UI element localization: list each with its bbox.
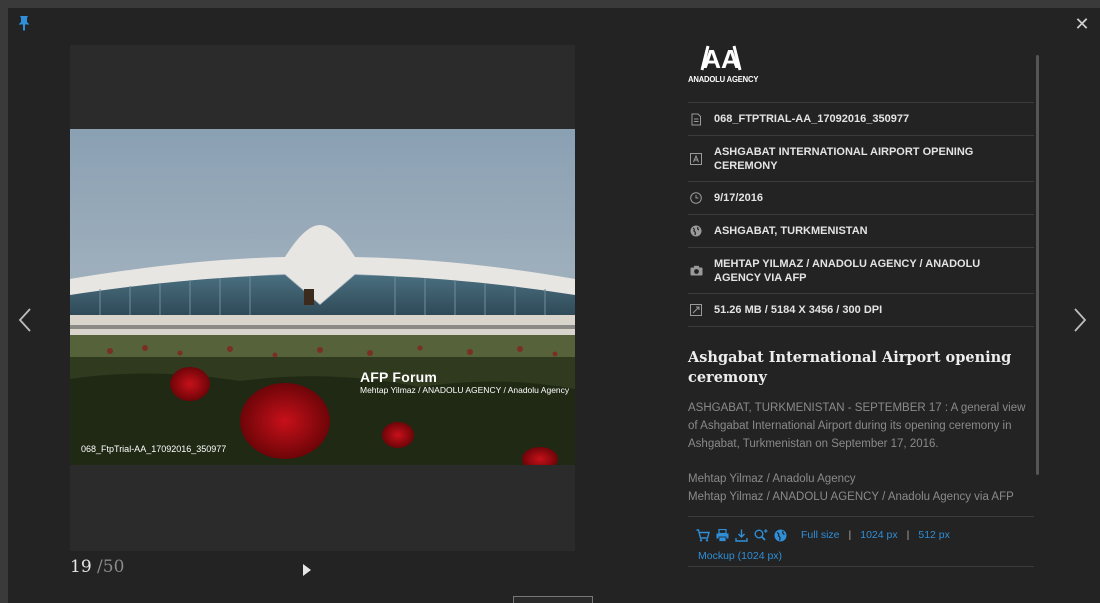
credit-line-1: Mehtap Yilmaz / Anadolu Agency xyxy=(688,473,856,485)
file-icon xyxy=(691,113,701,125)
separator: | xyxy=(848,529,852,541)
info-scrollbar[interactable] xyxy=(1036,55,1039,475)
article-credit: Mehtap Yilmaz / Anadolu Agency Mehtap Yi… xyxy=(688,470,1034,506)
image-viewer: AFP Forum Mehtap Yilmaz / ANADOLU AGENCY… xyxy=(70,45,575,551)
credit-line-2: Mehtap Yilmaz / ANADOLU AGENCY / Anadolu… xyxy=(688,491,1014,503)
print-icon[interactable] xyxy=(716,528,729,542)
headline-icon xyxy=(690,152,702,165)
location-text: ASHGABAT, TURKMENISTAN xyxy=(714,225,868,237)
size-512-link[interactable]: 512 px xyxy=(918,529,950,541)
article-caption: ASHGABAT, TURKMENISTAN - SEPTEMBER 17 : … xyxy=(688,402,1026,450)
separator: | xyxy=(906,529,910,541)
info-panel: AA ANADOLU AGENCY 068_FTPTRIAL-AA_170920… xyxy=(688,44,1034,567)
agency-logo: AA ANADOLU AGENCY xyxy=(688,44,1034,102)
mockup-link[interactable]: Mockup (1024 px) xyxy=(698,550,782,562)
date-text: 9/17/2016 xyxy=(714,192,763,204)
action-bar: Full size | 1024 px | 512 px Mockup (102… xyxy=(688,516,1034,567)
agency-logo-name: ANADOLU AGENCY xyxy=(688,74,759,84)
headline-text: ASHGABAT INTERNATIONAL AIRPORT OPENING C… xyxy=(714,145,974,172)
size-1024-link[interactable]: 1024 px xyxy=(860,529,897,541)
size-text: 51.26 Mb / 5184 x 3456 / 300 dpi xyxy=(714,304,883,316)
photographer-text: MEHTAP YILMAZ / ANADOLU AGENCY / ANADOLU… xyxy=(714,257,981,284)
pin-icon[interactable] xyxy=(17,15,31,31)
zoom-in-icon[interactable] xyxy=(754,528,768,542)
close-icon[interactable]: ✕ xyxy=(1074,15,1090,33)
chevron-right-icon[interactable] xyxy=(1073,307,1087,333)
meta-date: 9/17/2016 xyxy=(688,181,1034,214)
agency-logo-mark: AA xyxy=(700,44,742,72)
counter-current: 19 xyxy=(70,557,92,577)
counter-total: /50 xyxy=(97,557,125,577)
clock-icon xyxy=(690,192,702,204)
watermark-file-id: 068_FtpTrial-AA_17092016_350977 xyxy=(81,444,227,454)
meta-size: 51.26 Mb / 5184 x 3456 / 300 dpi xyxy=(688,293,1034,326)
globe-icon xyxy=(690,225,702,237)
meta-location: ASHGABAT, TURKMENISTAN xyxy=(688,214,1034,247)
meta-headline: ASHGABAT INTERNATIONAL AIRPORT OPENING C… xyxy=(688,135,1034,181)
watermark-credit: Mehtap Yilmaz / ANADOLU AGENCY / Anadolu… xyxy=(360,385,570,395)
meta-file-id: 068_FTPTRIAL-AA_17092016_350977 xyxy=(688,102,1034,135)
watermark-brand: AFP Forum xyxy=(360,369,437,385)
main-photo[interactable]: AFP Forum Mehtap Yilmaz / ANADOLU AGENCY… xyxy=(70,129,575,465)
bottom-handle[interactable] xyxy=(513,596,593,603)
camera-icon xyxy=(690,265,703,276)
resize-icon xyxy=(690,304,702,316)
meta-photographer: MEHTAP YILMAZ / ANADOLU AGENCY / ANADOLU… xyxy=(688,247,1034,293)
meta-divider xyxy=(688,326,1034,327)
airport-photo-image xyxy=(70,129,575,465)
article-title: Ashgabat International Airport opening c… xyxy=(688,349,1012,386)
play-icon[interactable] xyxy=(302,563,312,577)
full-size-link[interactable]: Full size xyxy=(801,529,840,541)
download-icon[interactable] xyxy=(735,529,748,542)
cart-icon[interactable] xyxy=(696,528,710,542)
share-globe-icon[interactable] xyxy=(774,529,787,542)
image-counter: 19 /50 xyxy=(70,557,124,577)
chevron-left-icon[interactable] xyxy=(18,307,32,333)
file-id-text: 068_FTPTRIAL-AA_17092016_350977 xyxy=(714,113,910,125)
